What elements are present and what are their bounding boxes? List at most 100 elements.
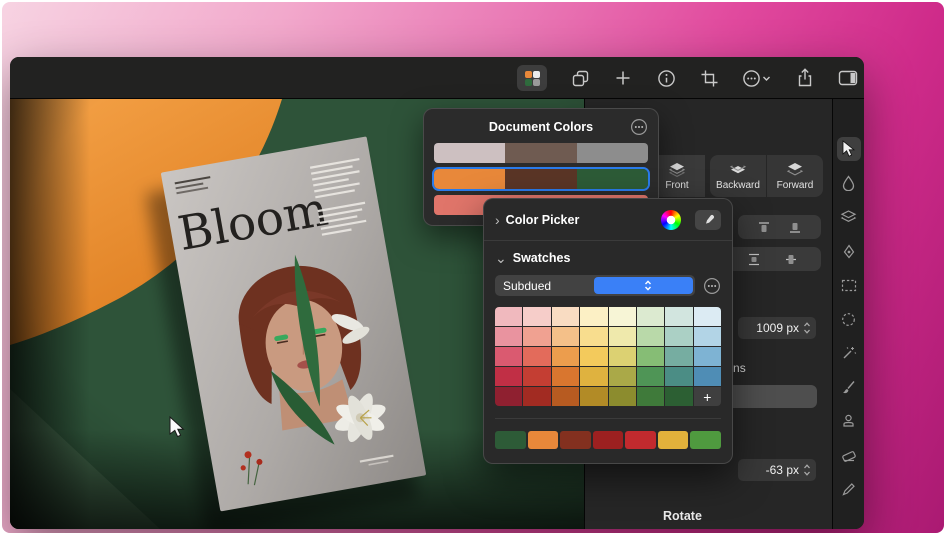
eraser-tool[interactable] bbox=[837, 443, 861, 467]
info-button[interactable] bbox=[656, 65, 676, 91]
stepper-icon[interactable] bbox=[803, 463, 811, 477]
color-swatch[interactable] bbox=[608, 307, 636, 326]
document-color-row[interactable] bbox=[434, 143, 648, 163]
color-swatch[interactable] bbox=[434, 169, 506, 189]
pencil-tool[interactable] bbox=[837, 477, 861, 501]
align-vertical-group[interactable] bbox=[738, 215, 821, 239]
color-swatch[interactable] bbox=[523, 347, 551, 366]
color-swatch[interactable] bbox=[495, 327, 523, 346]
color-swatch[interactable] bbox=[665, 307, 693, 326]
swatch-grid: + bbox=[495, 307, 721, 406]
color-swatch[interactable] bbox=[505, 169, 577, 189]
color-swatch[interactable] bbox=[693, 367, 721, 386]
width-input[interactable]: 1009 px bbox=[738, 317, 816, 339]
swatches-header[interactable]: ⌄ Swatches bbox=[495, 250, 721, 266]
color-swatch[interactable] bbox=[495, 367, 523, 386]
color-swatch[interactable] bbox=[551, 327, 580, 346]
color-swatch[interactable] bbox=[523, 387, 551, 406]
color-swatch[interactable] bbox=[495, 347, 523, 366]
offset-input[interactable]: -63 px bbox=[738, 459, 816, 481]
color-swatch[interactable] bbox=[608, 347, 636, 366]
brush-tool[interactable] bbox=[837, 375, 861, 399]
color-swatch[interactable] bbox=[523, 367, 551, 386]
pen-tool[interactable] bbox=[837, 239, 861, 263]
color-picker-title: Color Picker bbox=[505, 213, 580, 227]
layers-forward-icon bbox=[786, 162, 804, 176]
color-swatch[interactable] bbox=[665, 367, 693, 386]
screenshot-frame: Bloom Front Backward Forward 1009 px -63… bbox=[0, 0, 946, 535]
color-swatch[interactable] bbox=[636, 387, 665, 406]
color-swatch[interactable] bbox=[636, 367, 665, 386]
quick-select-tool[interactable] bbox=[837, 341, 861, 365]
color-swatch[interactable] bbox=[693, 307, 721, 326]
style-tool[interactable] bbox=[837, 171, 861, 195]
color-swatch[interactable] bbox=[495, 431, 526, 449]
color-swatch[interactable] bbox=[636, 307, 665, 326]
wand-icon bbox=[843, 347, 856, 359]
color-swatch[interactable] bbox=[523, 307, 551, 326]
crop-icon bbox=[701, 70, 717, 86]
color-swatch[interactable] bbox=[608, 387, 636, 406]
color-swatch[interactable] bbox=[495, 387, 523, 406]
color-swatch[interactable] bbox=[693, 347, 721, 366]
color-swatch[interactable] bbox=[551, 347, 580, 366]
color-swatch[interactable] bbox=[576, 169, 648, 189]
color-swatch[interactable] bbox=[551, 387, 580, 406]
color-swatch[interactable] bbox=[527, 431, 559, 449]
add-button[interactable] bbox=[613, 65, 633, 91]
eraser-icon bbox=[841, 451, 856, 462]
share-button[interactable] bbox=[795, 65, 815, 91]
color-swatch[interactable] bbox=[523, 327, 551, 346]
color-swatch[interactable] bbox=[495, 307, 523, 326]
color-swatch[interactable] bbox=[580, 327, 608, 346]
duplicate-button[interactable] bbox=[570, 65, 590, 91]
stepper-icon[interactable] bbox=[803, 321, 811, 335]
color-swatch[interactable] bbox=[608, 327, 636, 346]
color-swatch[interactable] bbox=[580, 307, 608, 326]
color-swatch[interactable] bbox=[434, 143, 506, 163]
clone-tool[interactable] bbox=[837, 409, 861, 433]
color-swatch[interactable] bbox=[665, 347, 693, 366]
color-swatch[interactable] bbox=[665, 327, 693, 346]
pen-nib-icon bbox=[843, 243, 854, 258]
send-backward-button[interactable]: Backward bbox=[710, 155, 766, 197]
color-swatch[interactable] bbox=[551, 367, 580, 386]
share-icon bbox=[798, 68, 812, 87]
bring-forward-button[interactable]: Forward bbox=[767, 155, 823, 197]
color-swatch[interactable] bbox=[636, 327, 665, 346]
document-colors-menu-button[interactable] bbox=[630, 118, 648, 136]
free-select-tool[interactable] bbox=[837, 307, 861, 331]
color-swatch[interactable] bbox=[625, 431, 656, 449]
color-swatch[interactable] bbox=[665, 387, 693, 406]
color-swatch[interactable] bbox=[580, 347, 608, 366]
swatch-options-button[interactable] bbox=[703, 277, 721, 295]
color-swatch[interactable] bbox=[580, 367, 608, 386]
color-swatch[interactable] bbox=[608, 367, 636, 386]
swatch-preset-select[interactable]: Subdued bbox=[495, 275, 695, 296]
color-swatch[interactable] bbox=[505, 143, 577, 163]
color-swatch[interactable] bbox=[560, 431, 591, 449]
color-swatch[interactable] bbox=[657, 431, 689, 449]
color-swatch[interactable] bbox=[636, 347, 665, 366]
eyedropper-button[interactable] bbox=[695, 210, 721, 230]
color-swatch[interactable] bbox=[693, 327, 721, 346]
chevron-down-icon: ⌄ bbox=[495, 250, 507, 266]
color-picker-header[interactable]: › Color Picker bbox=[495, 209, 721, 231]
rect-select-tool[interactable] bbox=[837, 273, 861, 297]
color-swatch[interactable] bbox=[551, 307, 580, 326]
color-swatch[interactable] bbox=[592, 431, 624, 449]
toggle-sidebar-button[interactable] bbox=[838, 65, 858, 91]
document-color-row-selected[interactable] bbox=[434, 169, 648, 189]
document-colors-button[interactable] bbox=[517, 65, 547, 91]
color-wheel-button[interactable] bbox=[661, 210, 681, 230]
add-swatch-button[interactable]: + bbox=[693, 387, 721, 406]
tool-strip bbox=[832, 99, 864, 529]
move-tool[interactable] bbox=[836, 137, 861, 161]
color-swatch[interactable] bbox=[580, 387, 608, 406]
arrange-tool[interactable] bbox=[837, 205, 861, 229]
crop-button[interactable] bbox=[699, 65, 719, 91]
more-button[interactable] bbox=[742, 65, 772, 91]
color-swatch[interactable] bbox=[690, 431, 722, 449]
color-swatch[interactable] bbox=[576, 143, 648, 163]
info-icon bbox=[657, 69, 675, 87]
